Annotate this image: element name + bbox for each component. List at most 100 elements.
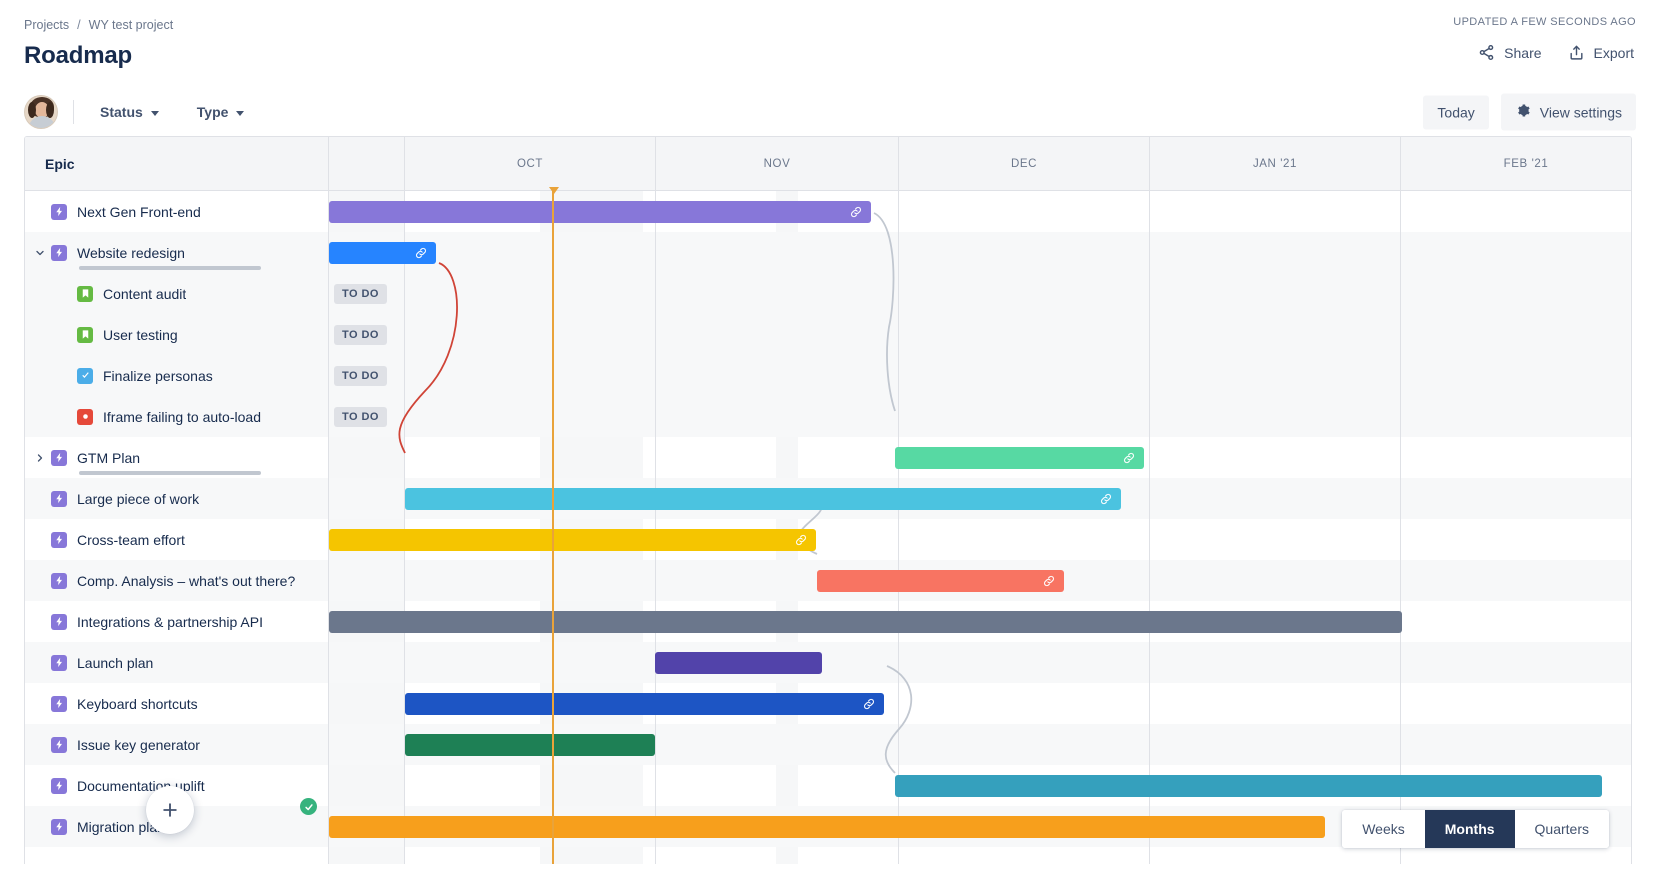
row-label: GTM Plan [77,449,141,466]
view-settings-button[interactable]: View settings [1500,93,1636,131]
avatar[interactable] [24,95,58,129]
row-label: Cross-team effort [77,531,185,548]
epic-row-gtm-plan[interactable]: GTM Plan [25,437,328,478]
header-right-group: UPDATED A FEW SECONDS AGO Share Export [1453,16,1636,65]
row-label: Comp. Analysis – what's out there? [77,572,296,589]
epic-row-website-redesign[interactable]: Website redesign [25,232,328,273]
status-badge-done [300,798,317,815]
timeline-month-jan-21: JAN '21 [1149,137,1400,191]
epic-icon [51,818,67,835]
epic-icon [51,449,67,466]
bar-next-gen-front-end[interactable] [329,200,871,223]
page-title: Roadmap [24,42,132,69]
zoom-level-weeks[interactable]: Weeks [1342,810,1425,848]
epic-icon [51,490,67,507]
bar-issue-key-generator[interactable] [405,733,655,756]
row-label: Integrations & partnership API [77,613,263,630]
story-icon [77,285,93,302]
link-icon [1101,493,1111,504]
breadcrumb-projects[interactable]: Projects [24,18,69,32]
row-label: Content audit [103,285,187,302]
expand-chevron-right-icon[interactable] [31,452,49,464]
type-filter-label: Type [196,104,229,120]
share-button[interactable]: Share [1476,40,1543,65]
epic-icon [51,203,67,220]
bar-migration-plan[interactable] [329,815,1325,838]
bar-large-piece-of-work[interactable] [405,487,1121,510]
row-label: Iframe failing to auto-load [103,408,261,425]
zoom-level-quarters[interactable]: Quarters [1514,810,1609,848]
timeline-band-launch-plan [329,642,1631,683]
chevron-down-icon [150,110,159,116]
timeline-pane: OCT NOV DEC JAN '21 FEB '21 TO DO TO DO TO DO T… [329,137,1631,864]
task-icon [77,367,93,384]
bar-website-redesign[interactable] [329,241,436,264]
bar-integrations-api[interactable] [329,610,1402,633]
share-label: Share [1504,44,1542,61]
timeline-zoom-toggle[interactable]: Weeks Months Quarters [1342,810,1609,848]
breadcrumb-project[interactable]: WY test project [89,18,174,32]
epic-icon [51,613,67,630]
epic-row-iframe-auto-load[interactable]: Iframe failing to auto-load [25,396,328,437]
epic-row-next-gen-front-end[interactable]: Next Gen Front-end [25,191,328,232]
status-filter[interactable]: Status [90,98,169,126]
bar-keyboard-shortcuts[interactable] [405,692,884,715]
add-epic-button[interactable] [146,786,194,834]
epic-row-large-piece-of-work[interactable]: Large piece of work [25,478,328,519]
today-button[interactable]: Today [1423,95,1489,129]
row-label: Next Gen Front-end [77,203,201,220]
timeline-month-feb-21: FEB '21 [1400,137,1631,191]
epic-row-finalize-personas[interactable]: Finalize personas [25,355,328,396]
epic-row-list: Next Gen Front-end Website redesign Conten… [25,191,328,847]
zoom-level-months[interactable]: Months [1424,810,1515,848]
link-icon [1044,575,1054,586]
row-label: User testing [103,326,178,343]
epic-list-pane: Epic Next Gen Front-end Website redesign C… [25,137,329,864]
avatar-hair-left [28,102,36,118]
page-header: Projects / WY test project Roadmap UPDAT… [0,0,1656,88]
timeline-band-content-audit [329,273,1631,314]
timeline-grid-line [898,191,899,864]
chevron-down-icon [236,110,245,116]
link-icon [851,206,861,217]
timeline-band-user-testing [329,314,1631,355]
timeline-body[interactable]: TO DO TO DO TO DO TO DO [329,187,1631,864]
epic-icon [51,695,67,712]
row-label: Website redesign [77,244,185,261]
bar-comp-analysis[interactable] [817,569,1064,592]
today-marker-line [552,187,554,864]
epic-row-integrations-api[interactable]: Integrations & partnership API [25,601,328,642]
epic-column-header: Epic [25,137,328,191]
link-icon [796,534,806,545]
row-label: Keyboard shortcuts [77,695,198,712]
status-badge: TO DO [334,365,387,386]
epic-icon [51,244,67,261]
collapse-chevron-down-icon[interactable] [31,247,49,259]
timeline-header: OCT NOV DEC JAN '21 FEB '21 [329,137,1631,191]
bar-cross-team-effort[interactable] [329,528,816,551]
toolbar-divider [73,100,74,124]
row-label: Large piece of work [77,490,200,507]
export-button[interactable]: Export [1566,40,1636,65]
bar-documentation-uplift[interactable] [895,774,1602,797]
today-label: Today [1437,104,1475,120]
epic-row-keyboard-shortcuts[interactable]: Keyboard shortcuts [25,683,328,724]
story-icon [77,326,93,343]
epic-row-comp-analysis[interactable]: Comp. Analysis – what's out there? [25,560,328,601]
epic-row-cross-team-effort[interactable]: Cross-team effort [25,519,328,560]
epic-row-content-audit[interactable]: Content audit [25,273,328,314]
avatar-hair-right [46,102,54,118]
status-filter-label: Status [100,104,143,120]
epic-row-user-testing[interactable]: User testing [25,314,328,355]
bug-icon [77,408,93,425]
toolbar-right-group: Today View settings [1423,93,1636,131]
epic-row-issue-key-generator[interactable]: Issue key generator [25,724,328,765]
bar-launch-plan[interactable] [655,651,822,674]
epic-row-launch-plan[interactable]: Launch plan [25,642,328,683]
link-icon [864,698,874,709]
epic-icon [51,572,67,589]
epic-progress-bar [79,471,261,475]
bar-gtm-plan[interactable] [895,446,1144,469]
header-actions: Share Export [1453,40,1636,65]
type-filter[interactable]: Type [187,98,255,126]
